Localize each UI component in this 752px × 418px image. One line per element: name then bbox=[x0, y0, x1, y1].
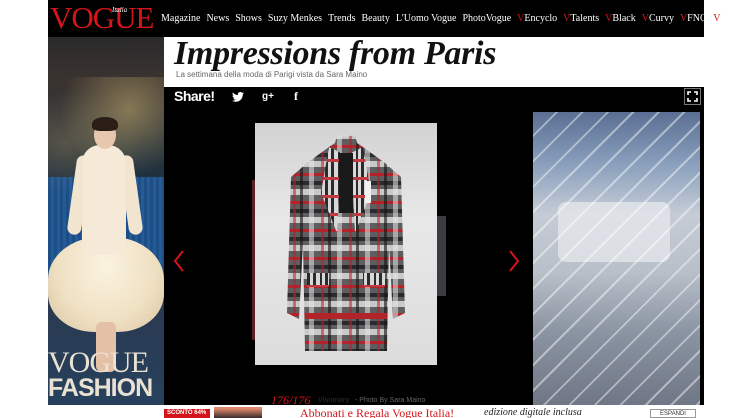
magazine-cover-thumbnail bbox=[214, 407, 262, 418]
top-navigation-bar: VOGUE Italia Magazine News Shows Suzy Menke… bbox=[48, 0, 737, 37]
vogue-logo[interactable]: VOGUE bbox=[50, 2, 154, 33]
nav-item-trends[interactable]: Trends bbox=[328, 13, 355, 24]
nav-item-vencyclo[interactable]: VEncyclo bbox=[517, 13, 557, 24]
page-subtitle: La settimana della moda di Parigi vista … bbox=[176, 70, 368, 79]
side-advertisement[interactable] bbox=[533, 112, 700, 405]
share-bar: Share! g+ f bbox=[164, 87, 704, 106]
nav-item-label: Trends bbox=[328, 13, 356, 24]
photo-caption-title: Visionary bbox=[318, 397, 350, 404]
next-arrow-icon[interactable] bbox=[507, 249, 521, 273]
discount-badge: SCONTO 64% bbox=[164, 409, 210, 418]
google-plus-icon: g+ bbox=[262, 91, 274, 102]
photo-counter: 176/176 bbox=[271, 393, 311, 407]
nav-item-suzy-menkes[interactable]: Suzy Menkes bbox=[268, 13, 322, 24]
nav-item-vfdi[interactable]: VFDI bbox=[713, 13, 736, 24]
main-photo[interactable] bbox=[255, 123, 437, 365]
ad-vogue-wordmark: VOGUE bbox=[48, 346, 149, 379]
fullscreen-icon bbox=[687, 91, 698, 102]
google-plus-share-button[interactable]: g+ bbox=[260, 87, 276, 106]
nav-item-label: Suzy Menkes bbox=[267, 13, 323, 24]
facebook-icon: f bbox=[294, 89, 298, 103]
nav-item-label: News bbox=[206, 13, 230, 24]
nav-item-vblack[interactable]: VBlack bbox=[605, 13, 636, 24]
left-advertisement[interactable]: VOGUE FASHION bbox=[48, 37, 164, 405]
page-title: Impressions from Paris bbox=[174, 35, 497, 72]
share-label: Share! bbox=[174, 88, 215, 104]
nav-item-label: PhotoVogue bbox=[462, 13, 512, 24]
nav-item-label: Shows bbox=[235, 13, 262, 24]
fullscreen-button[interactable] bbox=[684, 88, 701, 105]
nav-item-beauty[interactable]: Beauty bbox=[362, 13, 390, 24]
side-ad-hatch-overlay bbox=[533, 112, 700, 405]
nav-item-label: Talents bbox=[570, 13, 600, 24]
nav-item-l-uomo-vogue[interactable]: L'Uomo Vogue bbox=[396, 13, 457, 24]
nav-item-label: Curvy bbox=[648, 13, 674, 24]
nav-item-label: FDI bbox=[720, 13, 737, 24]
nav-item-label: Encyclo bbox=[524, 13, 558, 24]
nav-item-magazine[interactable]: Magazine bbox=[161, 13, 200, 24]
model-hair bbox=[92, 117, 118, 131]
photo-credit: - Photo By Sara Maino bbox=[355, 397, 426, 404]
nav-item-vfno[interactable]: VFNO bbox=[680, 13, 707, 24]
model-jacket bbox=[82, 145, 126, 255]
nav-item-label: Beauty bbox=[361, 13, 390, 24]
digital-edition-text: edizione digitale inclusa bbox=[484, 407, 582, 418]
previous-arrow-icon[interactable] bbox=[172, 249, 186, 273]
next-photo-preview[interactable] bbox=[436, 216, 446, 296]
facebook-share-button[interactable]: f bbox=[288, 87, 304, 106]
subscription-offer-text[interactable]: Abbonati e Regala Vogue Italia! bbox=[300, 407, 454, 418]
twitter-icon bbox=[232, 91, 244, 102]
nav-item-label: L'Uomo Vogue bbox=[395, 13, 457, 24]
nav-item-label: FNO bbox=[687, 13, 708, 24]
nav-item-label: Magazine bbox=[161, 13, 201, 24]
ad-fashion-wordmark: FASHION bbox=[48, 374, 153, 402]
photo-gallery bbox=[164, 106, 704, 405]
nav-item-shows[interactable]: Shows bbox=[235, 13, 262, 24]
nav-item-photovogue[interactable]: PhotoVogue bbox=[462, 13, 511, 24]
expand-banner-button[interactable]: ESPANDI bbox=[650, 409, 696, 418]
nav-item-vtalents[interactable]: VTalents bbox=[563, 13, 599, 24]
main-nav: Magazine News Shows Suzy Menkes Trends Beauty… bbox=[161, 0, 743, 37]
nav-item-vcurvy[interactable]: VCurvy bbox=[642, 13, 674, 24]
nav-item-prefix: V bbox=[641, 13, 649, 24]
twitter-share-button[interactable] bbox=[230, 87, 246, 106]
vogue-logo-subtitle: Italia bbox=[112, 6, 128, 14]
nav-item-label: Black bbox=[612, 13, 636, 24]
plaid-coat-image bbox=[287, 135, 405, 351]
subscription-banner[interactable]: SCONTO 64% Abbonati e Regala Vogue Itali… bbox=[164, 407, 704, 418]
nav-item-news[interactable]: News bbox=[206, 13, 229, 24]
